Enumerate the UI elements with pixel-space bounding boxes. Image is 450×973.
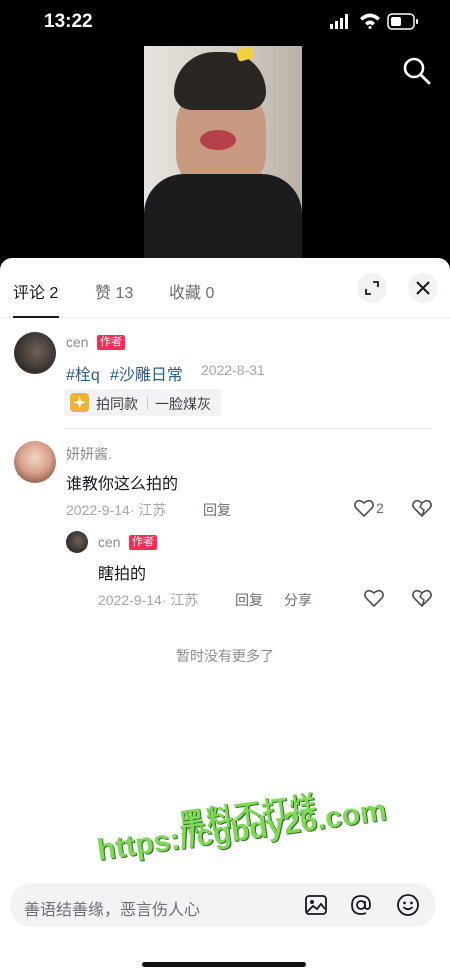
emoji-icon[interactable] [396,893,420,917]
no-more-text: 暂时没有更多了 [176,648,274,664]
expand-icon [365,281,379,295]
author-badge: 作者 [129,535,157,550]
close-button[interactable] [408,273,438,303]
tab-comments[interactable]: 评论 2 [13,279,58,303]
video-preview[interactable] [144,46,302,258]
image-icon[interactable] [304,893,328,917]
active-tab-indicator [13,316,59,318]
chip-label: 拍同款 [96,396,138,412]
expand-button[interactable] [357,273,387,303]
comment-username[interactable]: 妍妍酱. [66,444,112,464]
search-icon[interactable] [402,56,432,86]
reply-button[interactable]: 回复 [235,590,263,610]
status-bar: 13:22 [0,0,450,44]
dislike-icon[interactable] [412,589,432,607]
chip-effect-name: 一脸煤灰 [155,396,211,412]
comment-meta: 2022-9-14· 江苏 [66,502,167,518]
home-indicator [142,962,306,967]
comment-input[interactable]: 善语结善缘，恶言伤人心 [10,883,436,927]
tab-favorites[interactable]: 收藏 0 [169,279,214,303]
divider [64,428,433,429]
post-date: 2022-8-31 [201,362,265,378]
sparkle-icon [70,393,89,412]
commenter-avatar[interactable] [14,441,56,483]
tab-likes[interactable]: 赞 13 [95,279,133,303]
chip-divider [147,396,148,410]
mention-icon[interactable] [349,893,373,917]
same-style-chip[interactable]: 拍同款 一脸煤灰 [64,389,221,416]
status-time: 13:22 [44,11,93,32]
battery-icon [387,13,418,30]
heart-icon[interactable] [364,589,384,607]
author-badge: 作者 [97,335,125,350]
share-button[interactable]: 分享 [284,590,312,610]
comment-sheet: 评论 2 赞 13 收藏 0 cen 作者 #栓q #沙雕日常 2022-8-3… [0,258,450,973]
cellular-signal-icon [330,14,348,29]
like-count: 2 [376,500,384,516]
comment-input-placeholder: 善语结善缘，恶言伤人心 [24,902,201,919]
tab-bar: 评论 2 赞 13 收藏 0 [0,258,450,318]
close-icon [416,281,430,295]
reply-button[interactable]: 回复 [203,500,231,520]
dislike-icon[interactable] [412,499,432,517]
heart-icon[interactable] [354,499,374,517]
hashtag-link[interactable]: #沙雕日常 [110,361,183,385]
reply-meta: 2022-9-14· 江苏 [98,592,199,608]
video-shirt [144,174,302,258]
video-mouth [200,130,236,150]
reply-avatar[interactable] [66,531,88,553]
post-username[interactable]: cen [66,334,89,350]
author-avatar[interactable] [14,332,56,374]
reply-username[interactable]: cen [98,534,121,550]
wifi-icon [360,13,380,29]
comment-text: 谁教你这么拍的 [66,476,179,493]
reply-text: 瞎拍的 [98,566,147,583]
hashtag-link[interactable]: #栓q [66,361,100,385]
